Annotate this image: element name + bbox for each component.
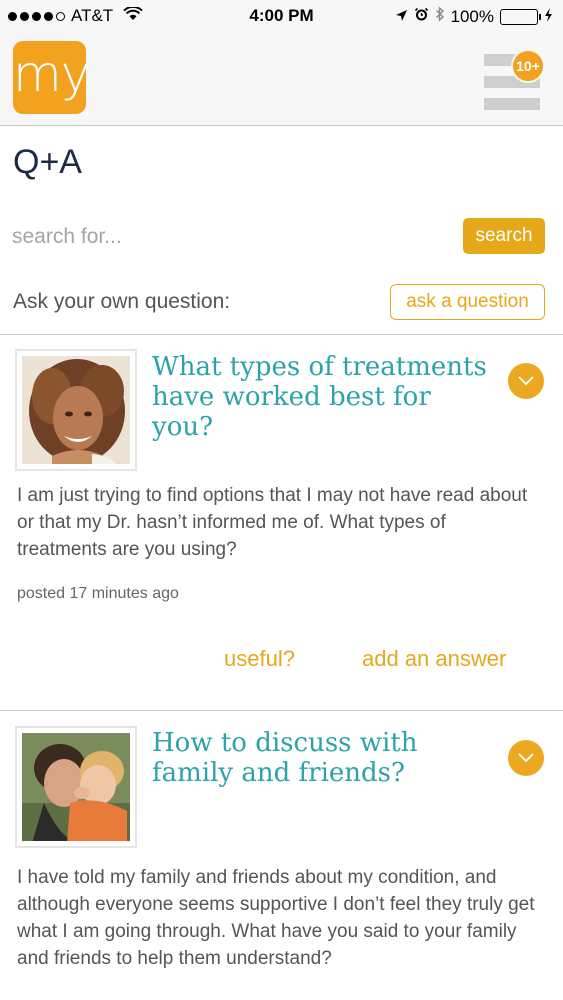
avatar-photo-woman xyxy=(22,356,130,464)
search-button[interactable]: search xyxy=(463,218,545,254)
signal-strength-icon xyxy=(8,11,65,21)
carrier-label: AT&T xyxy=(71,6,114,25)
ask-question-label: Ask your own question: xyxy=(13,290,231,313)
menu-icon-bar xyxy=(484,98,540,110)
notification-badge: 10+ xyxy=(511,49,545,83)
chevron-down-icon xyxy=(518,753,534,763)
question-author-avatar xyxy=(15,349,137,471)
battery-icon xyxy=(500,8,541,25)
ask-question-button[interactable]: ask a question xyxy=(390,284,545,320)
status-right: 100% xyxy=(395,6,553,27)
expand-button[interactable] xyxy=(508,740,544,776)
alarm-clock-icon xyxy=(414,7,429,27)
battery-percent: 100% xyxy=(450,6,494,26)
search-input[interactable] xyxy=(12,222,442,252)
expand-button[interactable] xyxy=(508,363,544,399)
status-bar: AT&T 4:00 PM 100% xyxy=(0,0,563,32)
charging-bolt-icon xyxy=(544,7,553,27)
add-answer-link[interactable]: add an answer xyxy=(362,646,506,672)
divider xyxy=(0,710,563,711)
status-left: AT&T xyxy=(8,5,143,26)
useful-link[interactable]: useful? xyxy=(224,646,295,672)
avatar-photo-mother-child xyxy=(22,733,130,841)
question-body: I have told my family and friends about … xyxy=(17,867,535,969)
wifi-icon xyxy=(123,5,143,26)
divider xyxy=(0,334,563,335)
menu-button[interactable]: 10+ xyxy=(484,49,545,112)
location-arrow-icon xyxy=(395,7,408,27)
question-title[interactable]: What types of treatments have worked bes… xyxy=(152,352,492,442)
bluetooth-icon xyxy=(435,6,445,27)
question-author-avatar xyxy=(15,726,137,848)
posted-time: posted 17 minutes ago xyxy=(17,585,179,602)
app-header: my 10+ xyxy=(0,32,563,126)
chevron-down-icon xyxy=(518,376,534,386)
question-title[interactable]: How to discuss with family and friends? xyxy=(152,728,492,788)
page-title: Q+A xyxy=(13,143,82,181)
app-logo[interactable]: my xyxy=(13,41,90,114)
question-body: I am just trying to find options that I … xyxy=(17,485,528,560)
